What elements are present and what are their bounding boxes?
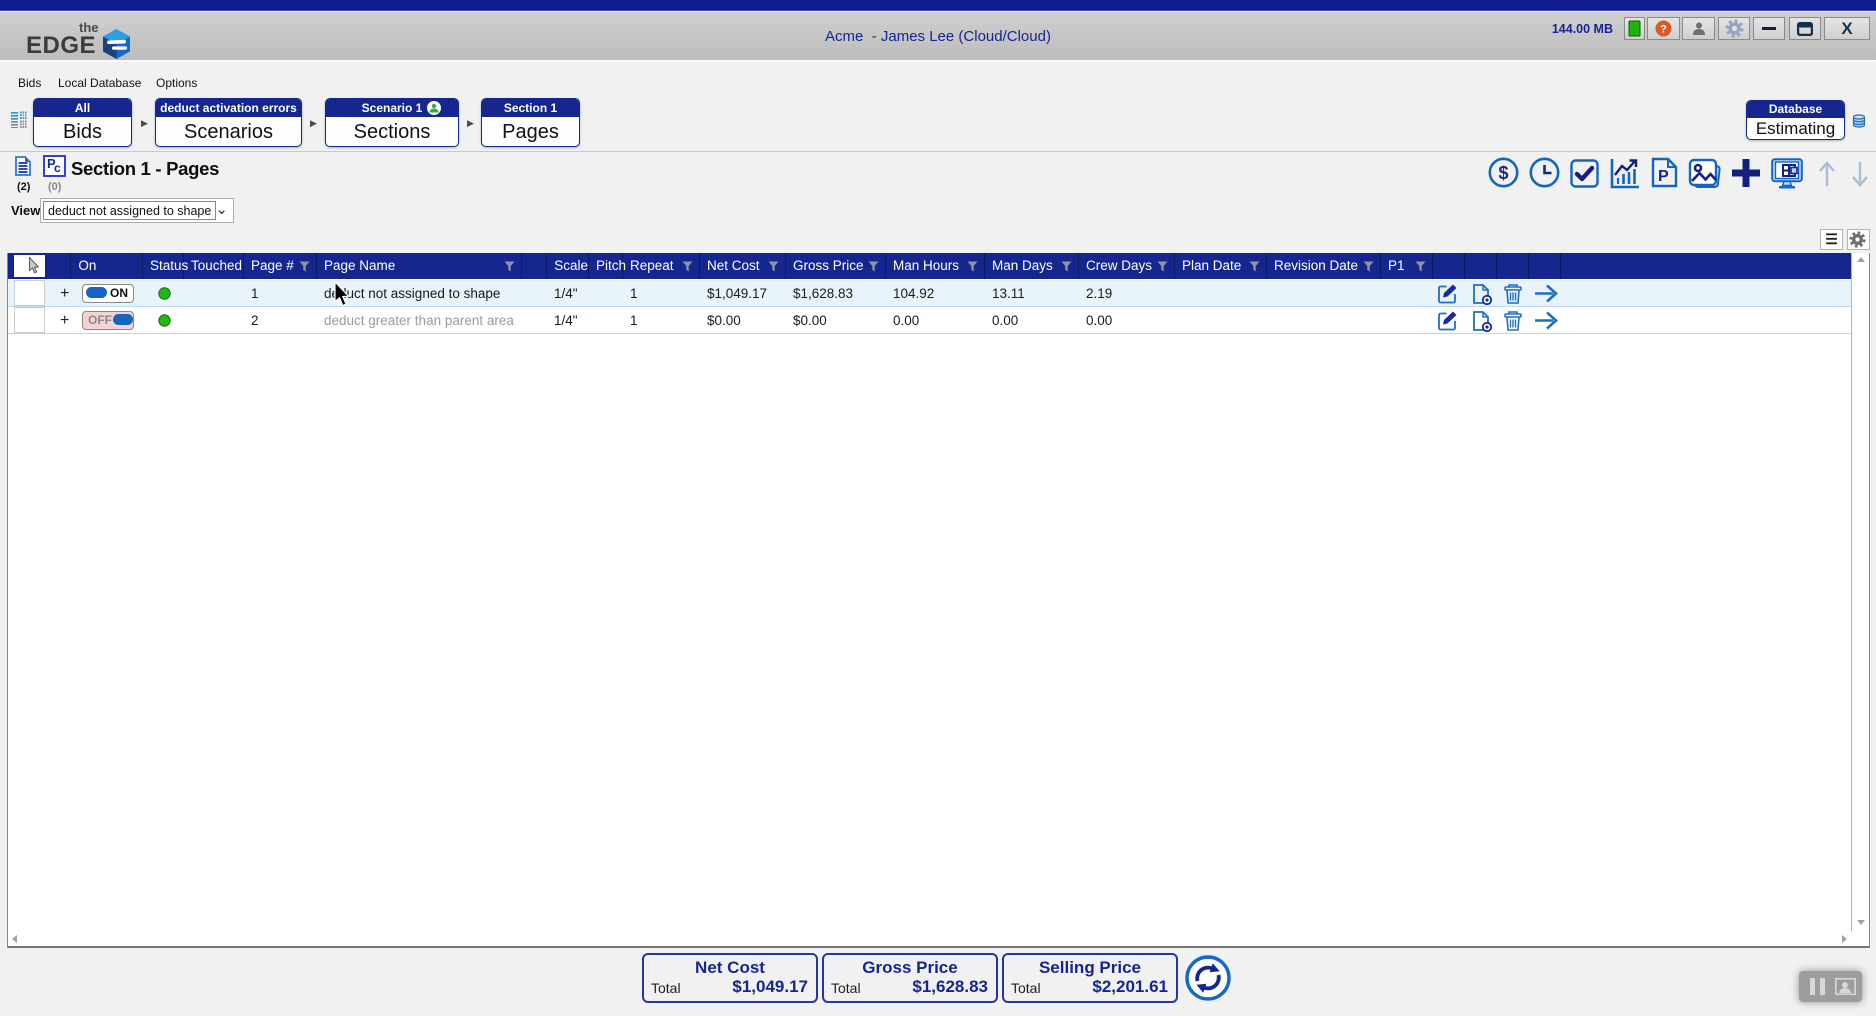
svg-text:$: $ — [1498, 163, 1508, 183]
svg-text:?: ? — [1660, 24, 1667, 36]
svg-text:P: P — [1658, 168, 1669, 185]
